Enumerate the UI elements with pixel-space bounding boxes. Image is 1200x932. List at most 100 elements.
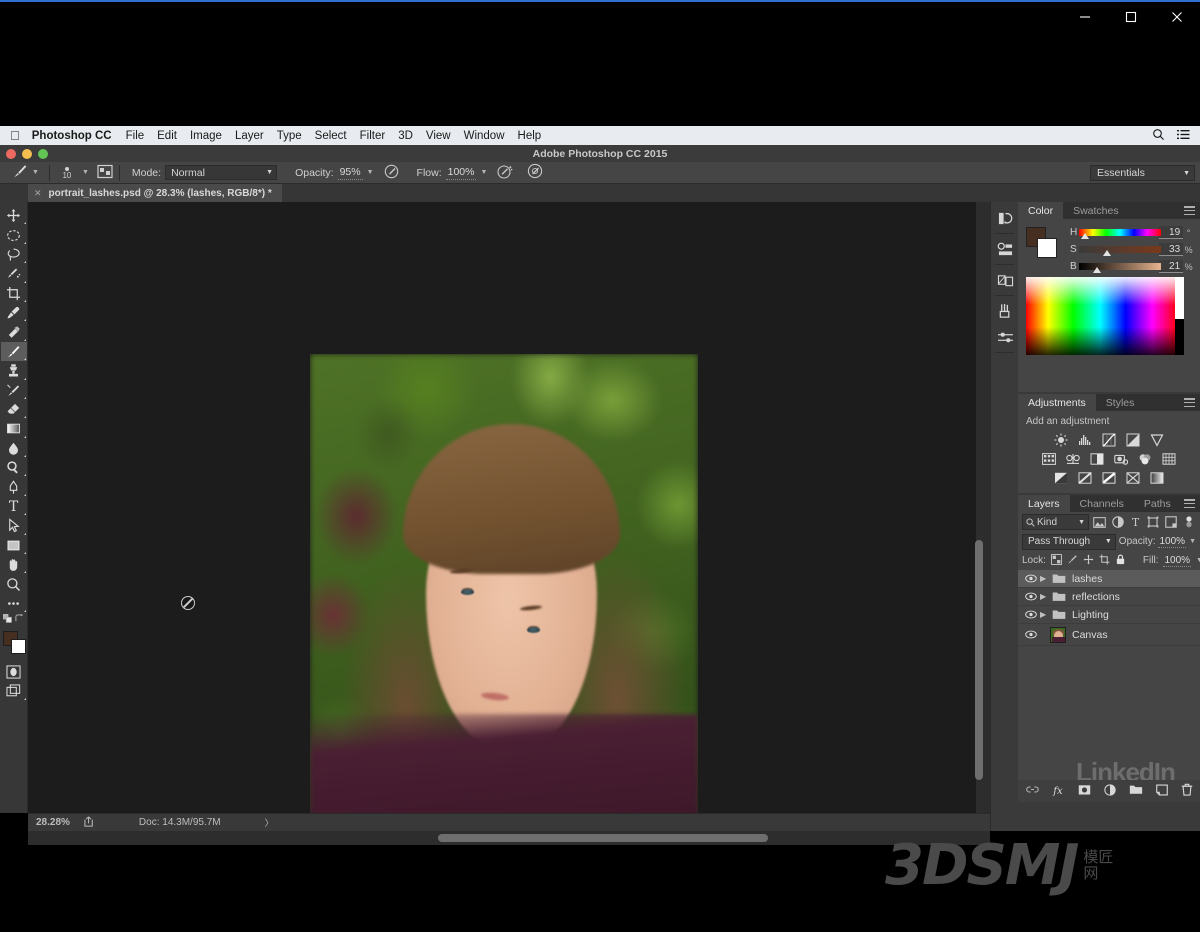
quick-selection-tool[interactable] [1, 264, 27, 283]
spot-healing-brush-tool[interactable] [1, 322, 27, 341]
menu-item-window[interactable]: Window [464, 130, 505, 142]
layer-visibility-icon[interactable] [1022, 574, 1040, 583]
new-layer-icon[interactable] [1155, 784, 1168, 799]
tab-color[interactable]: Color [1018, 202, 1064, 219]
layer-row-reflections[interactable]: ▶ reflections [1018, 588, 1200, 606]
exposure-icon[interactable] [1125, 432, 1142, 447]
panel-menu-icon[interactable] [1184, 499, 1195, 508]
share-icon[interactable] [84, 816, 95, 830]
menu-item-image[interactable]: Image [190, 130, 222, 142]
panel-menu-icon[interactable] [1184, 206, 1195, 215]
filter-pixel-icon[interactable] [1093, 514, 1107, 530]
vibrance-icon[interactable] [1149, 432, 1166, 447]
swap-colors-icon[interactable] [15, 613, 24, 625]
layer-visibility-icon[interactable] [1022, 592, 1040, 601]
layer-blend-mode-select[interactable]: Pass Through ▼ [1022, 533, 1116, 550]
filter-shape-icon[interactable] [1147, 514, 1161, 530]
panel-menu-icon[interactable] [1184, 398, 1195, 407]
tab-layers[interactable]: Layers [1018, 495, 1070, 512]
hue-slider-thumb[interactable] [1081, 232, 1090, 239]
elliptical-marquee-tool[interactable] [1, 225, 27, 244]
layer-filter-kind-select[interactable]: Kind ▼ [1022, 514, 1090, 530]
gradient-map-icon[interactable] [1149, 470, 1166, 485]
filter-type-icon[interactable]: T [1129, 514, 1143, 530]
layer-group-twisty[interactable]: ▶ [1040, 574, 1050, 583]
workspace-select[interactable]: Essentials ▼ [1090, 165, 1195, 181]
type-tool[interactable]: T [1, 497, 27, 516]
quick-mask-icon[interactable] [1, 662, 27, 681]
lasso-tool[interactable] [1, 245, 27, 264]
menu-item-3d[interactable]: 3D [398, 130, 413, 142]
new-adjustment-layer-icon[interactable] [1103, 783, 1116, 799]
path-selection-tool[interactable] [1, 516, 27, 535]
black-white-icon[interactable] [1089, 451, 1106, 466]
brush-preset-caret[interactable]: ▼ [82, 169, 89, 176]
filter-adjustment-icon[interactable] [1111, 514, 1125, 530]
spotlight-search-icon[interactable] [1152, 128, 1165, 144]
crop-tool[interactable] [1, 284, 27, 303]
invert-icon[interactable] [1053, 470, 1070, 485]
curves-icon[interactable] [1101, 432, 1118, 447]
blend-mode-select[interactable]: Normal ▼ [165, 165, 278, 180]
brush-panel-icon[interactable] [991, 298, 1019, 324]
new-group-icon[interactable] [1129, 784, 1143, 798]
brightness-slider[interactable] [1079, 262, 1162, 273]
default-colors-icon[interactable] [3, 613, 12, 625]
gradient-tool[interactable] [1, 419, 27, 438]
history-panel-icon[interactable] [991, 205, 1019, 231]
saturation-slider-thumb[interactable] [1103, 249, 1112, 256]
delete-layer-icon[interactable] [1181, 783, 1193, 799]
edit-toolbar-tool[interactable] [1, 594, 27, 613]
hue-slider[interactable] [1079, 228, 1162, 239]
canvas-horizontal-scrollbar-track[interactable] [28, 831, 990, 845]
layer-visibility-icon[interactable] [1022, 630, 1040, 639]
dodge-tool[interactable] [1, 458, 27, 477]
selective-color-icon[interactable] [1125, 470, 1142, 485]
pressure-opacity-icon[interactable] [384, 164, 399, 182]
screen-mode-icon[interactable] [1, 682, 27, 701]
canvas-vertical-scrollbar-thumb[interactable] [975, 540, 983, 780]
history-brush-tool[interactable] [1, 381, 27, 400]
flow-value[interactable]: 100% [445, 166, 477, 180]
levels-icon[interactable] [1077, 432, 1094, 447]
document-tab[interactable]: ✕ portrait_lashes.psd @ 28.3% (lashes, R… [28, 184, 282, 202]
background-color-swatch[interactable] [10, 639, 26, 655]
opacity-value[interactable]: 95% [337, 166, 363, 180]
layer-group-twisty[interactable]: ▶ [1040, 610, 1050, 619]
eyedropper-tool[interactable] [1, 303, 27, 322]
layer-visibility-icon[interactable] [1022, 610, 1040, 619]
apple-logo-icon[interactable]:  [10, 129, 20, 142]
hue-saturation-icon[interactable] [1041, 451, 1058, 466]
menu-item-view[interactable]: View [426, 130, 451, 142]
layer-comps-panel-icon[interactable] [991, 267, 1019, 293]
layer-opacity-caret[interactable]: ▼ [1189, 538, 1196, 545]
layer-row-canvas[interactable]: Canvas [1018, 624, 1200, 646]
move-tool[interactable] [1, 206, 27, 225]
channel-mixer-icon[interactable] [1137, 451, 1154, 466]
menu-item-help[interactable]: Help [518, 130, 542, 142]
menu-item-filter[interactable]: Filter [360, 130, 386, 142]
filter-toggle-icon[interactable] [1182, 514, 1196, 530]
zoom-tool[interactable] [1, 574, 27, 593]
color-lookup-icon[interactable] [1161, 451, 1178, 466]
menu-item-edit[interactable]: Edit [157, 130, 177, 142]
saturation-value[interactable]: 33 [1159, 243, 1184, 256]
document-image[interactable] [310, 354, 698, 813]
lock-transparent-pixels-icon[interactable] [1050, 553, 1062, 568]
tab-styles[interactable]: Styles [1096, 394, 1145, 411]
layer-row-lighting[interactable]: ▶ Lighting [1018, 606, 1200, 624]
threshold-icon[interactable] [1101, 470, 1118, 485]
opacity-caret[interactable]: ▼ [367, 169, 374, 176]
menu-item-layer[interactable]: Layer [235, 130, 264, 142]
add-layer-mask-icon[interactable] [1078, 784, 1091, 799]
hue-value[interactable]: 19 [1159, 226, 1184, 239]
tab-swatches[interactable]: Swatches [1063, 202, 1129, 219]
layer-row-lashes[interactable]: ▶ lashes [1018, 570, 1200, 588]
black-swatch[interactable] [1175, 319, 1184, 355]
saturation-slider[interactable] [1079, 245, 1162, 256]
eraser-tool[interactable] [1, 400, 27, 419]
close-icon[interactable]: ✕ [34, 188, 42, 199]
canvas-horizontal-scrollbar-thumb[interactable] [438, 834, 768, 842]
pen-tool[interactable] [1, 477, 27, 496]
photo-filter-icon[interactable] [1113, 451, 1130, 466]
